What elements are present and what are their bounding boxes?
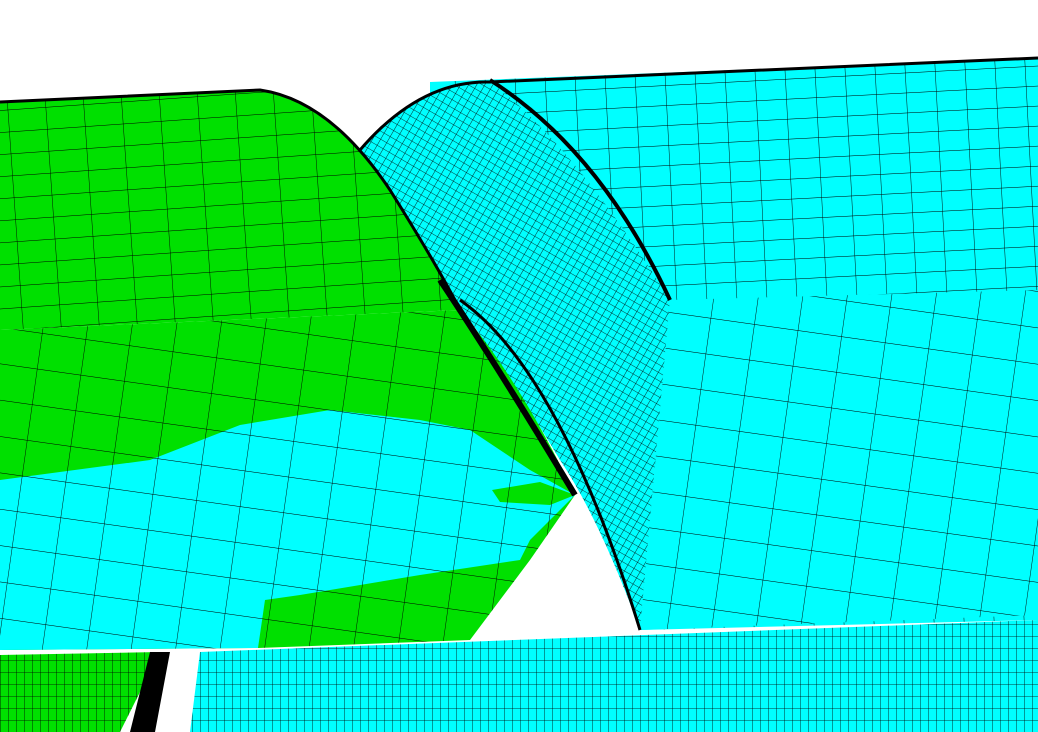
mesh-scene	[0, 0, 1038, 732]
cut-plane-right-mesh	[640, 290, 1038, 630]
cut-plane-left-mesh	[0, 310, 575, 650]
mesh-viewport	[0, 0, 1038, 732]
